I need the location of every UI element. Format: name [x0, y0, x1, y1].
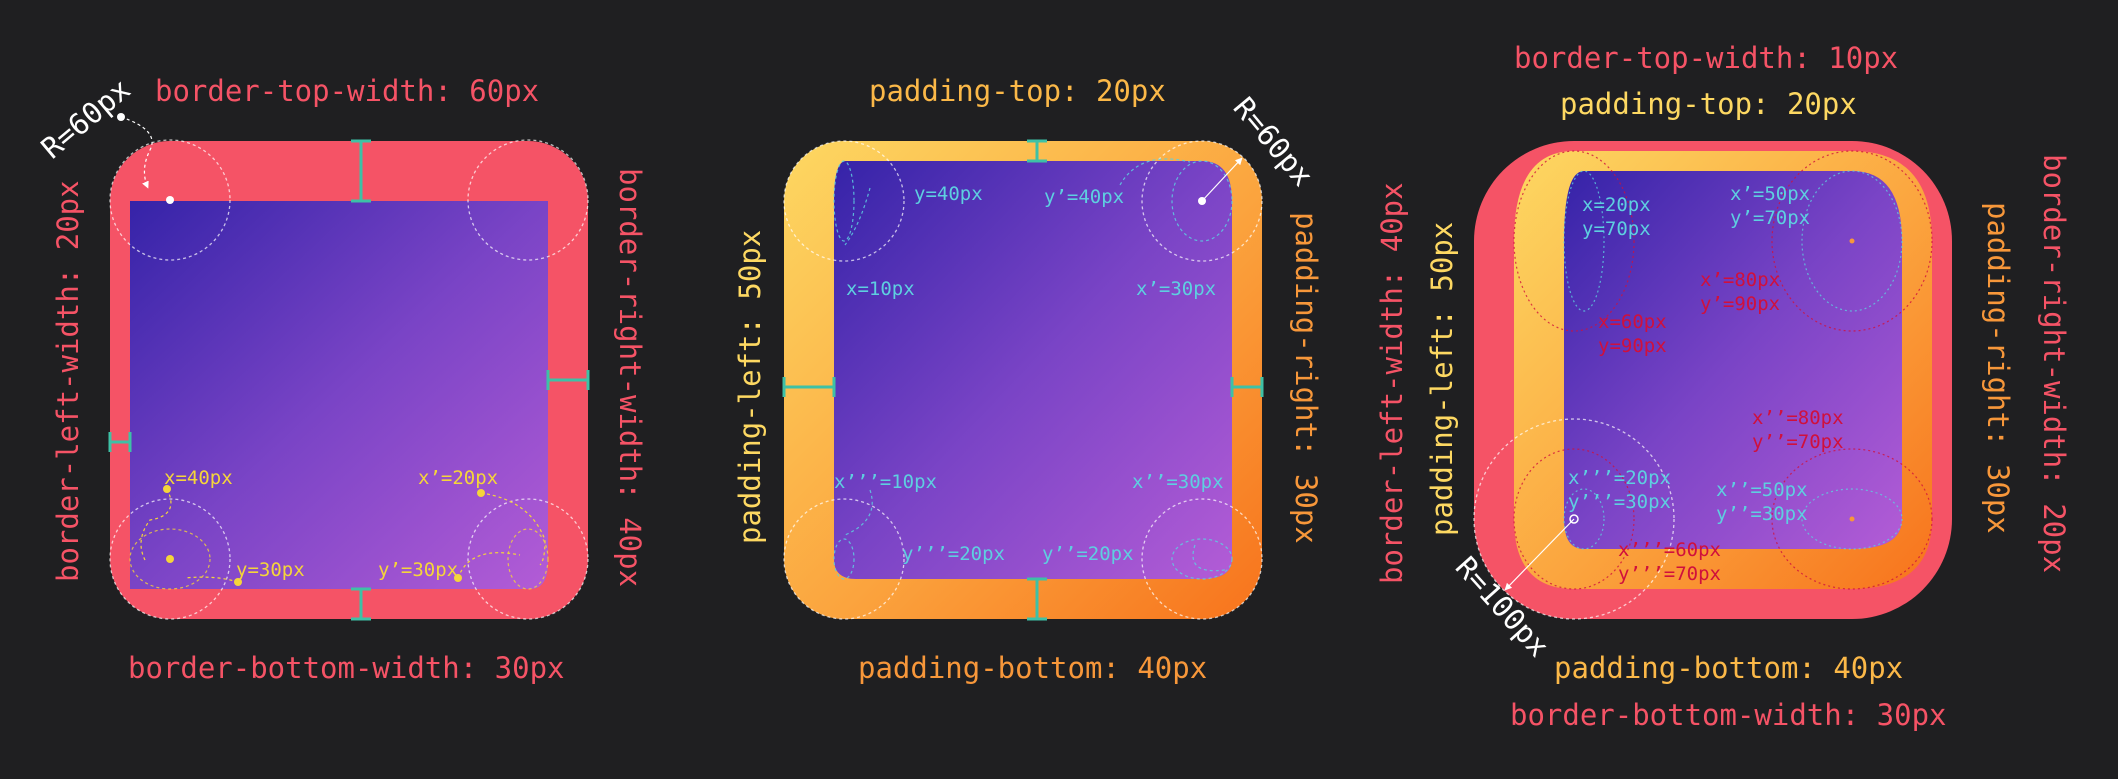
label-cyan-br-x: x’’=50px [1716, 479, 1808, 501]
radius-diagrams-canvas: border-top-width: 60px R=60px border-lef… [35, 41, 2071, 732]
label-y-tr-2: y’=40px [1044, 186, 1124, 208]
label-border-right-3: border-right-width: 20px [2037, 154, 2071, 573]
label-x-tr-2: x’=30px [1136, 278, 1216, 300]
label-padding-top-2: padding-top: 20px [869, 74, 1166, 108]
label-cyan-tl-x: x=20px [1582, 194, 1651, 216]
label-x-tl-1: x=40px [164, 467, 233, 489]
label-border-left-3: border-left-width: 40px [1375, 182, 1409, 584]
corner-center-dot-1 [166, 196, 174, 204]
label-x-bl-2: x’’’=10px [834, 471, 937, 493]
label-red-bl-y: y’’’=70px [1618, 563, 1721, 585]
label-cyan-tl-y: y=70px [1582, 218, 1651, 240]
label-border-left-1: border-left-width: 20px [51, 180, 85, 582]
label-red-tl-x: x=60px [1598, 311, 1667, 333]
label-padding-bottom-3: padding-bottom: 40px [1554, 651, 1903, 685]
content-box-2 [834, 161, 1232, 579]
label-red-tl-y: y=90px [1598, 335, 1667, 357]
label-padding-left-3: padding-left: 50px [1425, 222, 1459, 536]
content-box-1 [130, 201, 548, 589]
label-padding-bottom-2: padding-bottom: 40px [858, 651, 1207, 685]
label-padding-left-2: padding-left: 50px [733, 230, 767, 544]
label-padding-top-3: padding-top: 20px [1560, 87, 1857, 121]
label-red-tr-y: y’=90px [1700, 293, 1780, 315]
label-red-br-y: y’’=70px [1752, 431, 1844, 453]
label-border-bottom-1: border-bottom-width: 30px [128, 651, 565, 685]
diagram-border-and-padding: border-top-width: 10px padding-top: 20px… [1375, 41, 2071, 732]
label-border-right-1: border-right-width: 40px [613, 168, 647, 587]
label-padding-right-3: padding-right: 30px [1981, 202, 2015, 534]
label-x-tr-1: x’=20px [418, 467, 498, 489]
diagram-border-widths: border-top-width: 60px R=60px border-lef… [35, 72, 647, 685]
label-border-bottom-3: border-bottom-width: 30px [1510, 698, 1947, 732]
label-x-br-2: x’’=30px [1132, 471, 1224, 493]
label-y-tr-1: y’=30px [378, 559, 458, 581]
label-y-tl-2: y=40px [914, 183, 983, 205]
label-cyan-tr-y: y’=70px [1730, 207, 1810, 229]
label-y-bl-2: y’’’=20px [902, 543, 1005, 565]
label-y-br-2: y’’=20px [1042, 543, 1134, 565]
label-y-tl-1: y=30px [236, 559, 305, 581]
label-red-br-x: x’’=80px [1752, 407, 1844, 429]
label-cyan-tr-x: x’=50px [1730, 183, 1810, 205]
label-x-tl-2: x=10px [846, 278, 915, 300]
label-cyan-bl-x: x’’’=20px [1568, 467, 1671, 489]
label-cyan-br-y: y’’=30px [1716, 503, 1808, 525]
label-border-top-3: border-top-width: 10px [1514, 41, 1898, 75]
label-cyan-bl-y: y’’’=30px [1568, 491, 1671, 513]
label-padding-right-2: padding-right: 30px [1289, 212, 1323, 544]
diagram-padding: padding-top: 20px R=60px padding-left: 5… [733, 74, 1323, 685]
label-red-tr-x: x’=80px [1700, 269, 1780, 291]
label-red-bl-x: x’’’=60px [1618, 539, 1721, 561]
label-border-top-1: border-top-width: 60px [155, 74, 539, 108]
dot-center-bl [166, 555, 174, 563]
